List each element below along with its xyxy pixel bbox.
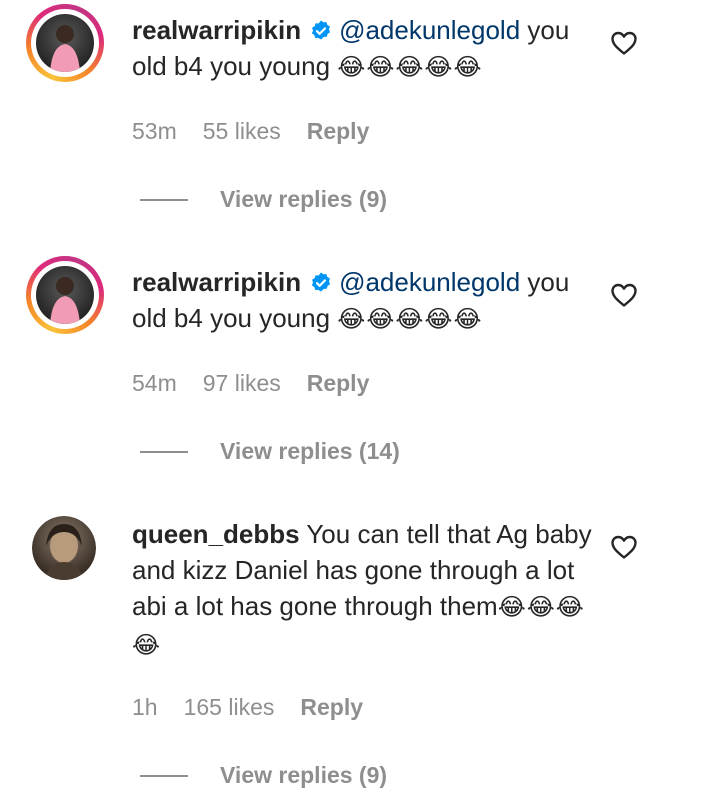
comment-time: 54m [132,370,177,396]
comment-emojis: 😂😂😂😂😂 [337,54,483,81]
view-replies-button[interactable]: View replies (14) [140,438,400,465]
comment-time: 1h [132,694,158,720]
view-replies-label: View replies (9) [220,186,388,212]
avatar [36,14,94,72]
heart-outline-icon[interactable] [610,30,638,56]
view-replies-label: View replies (14) [220,438,400,464]
reply-button[interactable]: Reply [300,694,363,721]
comment-likes[interactable]: 165 likes [184,694,275,721]
heart-outline-icon[interactable] [610,282,638,308]
heart-outline-icon[interactable] [610,534,638,560]
view-replies-button[interactable]: View replies (9) [140,186,387,213]
comment-meta: 1h 165 likes Reply [132,694,363,721]
comment-meta: 53m 55 likes Reply [132,118,369,145]
comment-time: 53m [132,118,177,144]
replies-divider-line [140,450,188,453]
comment-emojis: 😂😂😂😂😂 [337,306,483,333]
view-replies-label: View replies (9) [220,762,388,788]
view-replies-button[interactable]: View replies (9) [140,762,387,789]
comment-body: queen_debbs You can tell that Ag baby an… [132,516,602,664]
comment-mention[interactable]: @adekunlegold [339,15,520,45]
comment-body: realwarripikin @adekunlegold you old b4 … [132,12,602,86]
comment-username[interactable]: queen_debbs [132,519,300,549]
avatar-story-ring[interactable] [26,4,104,82]
avatar-person-graphic [50,25,80,72]
comment-mention[interactable]: @adekunlegold [339,267,520,297]
avatar-person-graphic [50,277,80,324]
reply-button[interactable]: Reply [307,118,370,145]
reply-button[interactable]: Reply [307,370,370,397]
verified-badge-icon [311,272,331,292]
comment-likes[interactable]: 55 likes [203,118,281,145]
comment-username[interactable]: realwarripikin [132,15,301,45]
replies-divider-line [140,198,188,201]
avatar [36,266,94,324]
comment-username[interactable]: realwarripikin [132,267,301,297]
avatar[interactable] [32,516,96,580]
comment-meta: 54m 97 likes Reply [132,370,369,397]
avatar-story-ring[interactable] [26,256,104,334]
comment-likes[interactable]: 97 likes [203,370,281,397]
comment-body: realwarripikin @adekunlegold you old b4 … [132,264,602,338]
replies-divider-line [140,774,188,777]
avatar-person-graphic [44,524,84,580]
verified-badge-icon [311,20,331,40]
